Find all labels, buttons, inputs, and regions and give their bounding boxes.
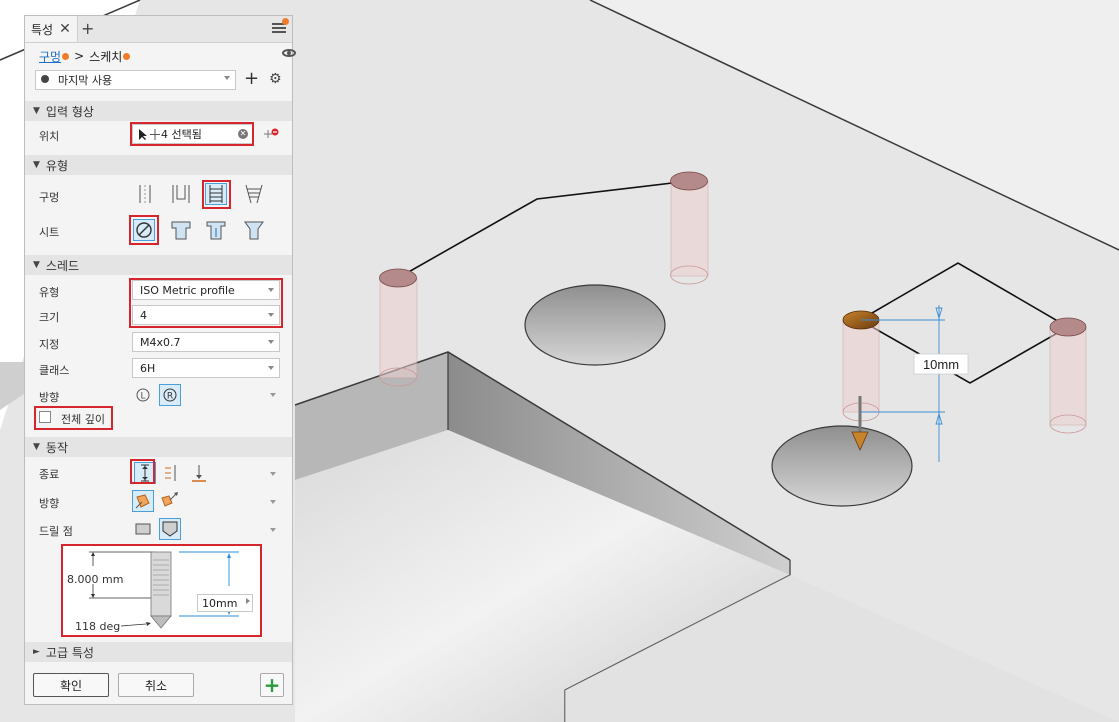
dimension-label[interactable]: 10mm — [923, 357, 959, 372]
simple-hole-button[interactable] — [134, 183, 156, 205]
designation-dropdown[interactable]: M4x0.7 — [132, 332, 280, 352]
apply-add-button[interactable]: + — [260, 673, 284, 697]
clock-icon — [41, 75, 49, 83]
flat-drill-point-button[interactable] — [132, 518, 154, 540]
highlight-frame — [202, 180, 231, 209]
flipped-direction-button[interactable] — [159, 490, 181, 512]
highlight-frame — [130, 122, 254, 146]
section-title: 유형 — [45, 158, 69, 173]
seat-label: 시트 — [39, 226, 60, 239]
preset-value: 마지막 사용 — [58, 74, 113, 87]
status-dot-icon — [62, 52, 70, 60]
ok-button-label: 확인 — [59, 678, 83, 693]
gear-icon[interactable]: ⚙ — [269, 71, 282, 87]
section-thread[interactable]: ▼ 스레드 — [25, 255, 292, 275]
ok-button[interactable]: 확인 — [33, 673, 109, 697]
section-advanced[interactable]: ► 고급 특성 — [25, 642, 292, 662]
collapse-triangle-icon: ▼ — [33, 106, 40, 116]
hole-type-label: 구멍 — [39, 191, 60, 204]
close-icon[interactable]: ✕ — [59, 21, 71, 37]
breadcrumb-current: 스케치 — [89, 49, 123, 64]
left-hand-thread-icon[interactable]: L — [132, 384, 154, 406]
chevron-down-icon[interactable] — [270, 393, 276, 397]
highlight-frame — [61, 544, 262, 637]
angle-drill-point-button[interactable] — [159, 518, 181, 540]
thread-direction-label: 방향 — [39, 391, 60, 404]
drill-point-label: 드릴 점 — [39, 525, 73, 538]
position-label: 위치 — [39, 130, 60, 143]
breadcrumb: 구멍 > 스케치 — [25, 46, 306, 66]
chevron-down-icon — [268, 340, 274, 344]
to-face-button[interactable] — [188, 462, 210, 484]
notification-dot-icon — [282, 18, 289, 25]
existing-hole — [771, 425, 913, 507]
designation-label: 지정 — [39, 338, 60, 351]
svg-text:R: R — [167, 392, 173, 402]
hole-preview[interactable] — [670, 171, 709, 285]
svg-text:L: L — [140, 392, 145, 402]
existing-hole — [524, 284, 666, 366]
chevron-down-icon — [224, 76, 230, 80]
highlight-frame — [130, 459, 155, 484]
breadcrumb-separator: > — [74, 49, 85, 63]
preset-dropdown[interactable]: 마지막 사용 — [35, 70, 236, 90]
thread-type-label: 유형 — [39, 286, 60, 299]
collapse-triangle-icon: ▼ — [33, 260, 40, 270]
designation-value: M4x0.7 — [140, 335, 181, 349]
breadcrumb-parent-link[interactable]: 구멍 — [39, 48, 61, 65]
chevron-down-icon[interactable] — [270, 500, 276, 504]
panel-tab-bar: 특성 ✕ + — [25, 16, 292, 43]
taper-tapped-hole-button[interactable] — [243, 183, 265, 205]
right-hand-thread-icon[interactable]: R — [159, 384, 181, 406]
class-value: 6H — [140, 361, 156, 375]
section-title: 스레드 — [45, 258, 80, 273]
class-dropdown[interactable]: 6H — [132, 358, 280, 378]
hole-preview[interactable] — [379, 268, 418, 387]
chevron-down-icon[interactable] — [270, 472, 276, 476]
termination-label: 종료 — [39, 468, 60, 481]
status-dot-icon — [123, 52, 131, 60]
add-tab-icon[interactable]: + — [81, 19, 94, 38]
highlight-frame — [129, 278, 283, 328]
section-input-geometry[interactable]: ▼ 입력 형상 — [25, 101, 292, 121]
countersink-button[interactable] — [243, 219, 265, 241]
through-all-button[interactable] — [161, 462, 183, 484]
spotface-button[interactable] — [205, 219, 227, 241]
clearance-hole-button[interactable] — [170, 183, 192, 205]
chevron-down-icon[interactable] — [270, 528, 276, 532]
plus-icon: + — [263, 673, 281, 697]
visibility-eye-icon[interactable] — [282, 49, 296, 57]
section-type[interactable]: ▼ 유형 — [25, 155, 292, 175]
add-preset-button[interactable]: + — [244, 69, 259, 89]
section-behavior[interactable]: ▼ 동작 — [25, 437, 292, 457]
cancel-button-label: 취소 — [144, 678, 168, 693]
behavior-direction-label: 방향 — [39, 497, 60, 510]
section-title: 동작 — [45, 440, 69, 455]
default-direction-button[interactable] — [132, 490, 154, 512]
tab-label: 특성 — [31, 22, 54, 37]
hole-preview[interactable] — [1049, 317, 1087, 434]
section-title: 고급 특성 — [45, 645, 94, 660]
collapse-triangle-icon: ▼ — [33, 442, 40, 452]
cancel-button[interactable]: 취소 — [118, 673, 194, 697]
tab-properties[interactable]: 특성 ✕ — [25, 16, 78, 42]
thread-size-label: 크기 — [39, 311, 60, 324]
highlight-frame — [34, 406, 113, 430]
properties-panel: 특성 ✕ + 구멍 > 스케치 마지막 사용 + ⚙ ▼ 입력 형상 위치 4 … — [24, 15, 296, 705]
section-title: 입력 형상 — [45, 104, 94, 119]
chevron-down-icon — [268, 366, 274, 370]
expand-triangle-icon: ► — [33, 647, 40, 657]
class-label: 클래스 — [39, 364, 70, 377]
remove-point-icon[interactable] — [263, 128, 279, 140]
collapse-triangle-icon: ▼ — [33, 160, 40, 170]
highlight-frame — [129, 215, 159, 245]
counterbore-button[interactable] — [170, 219, 192, 241]
